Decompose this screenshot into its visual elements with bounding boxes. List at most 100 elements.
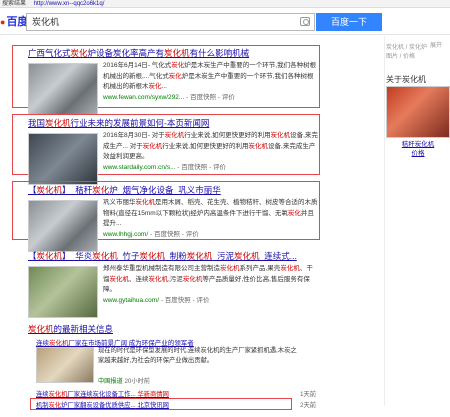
keyword-highlight: 炭化机 [139,251,166,261]
text-segment: 行业未来的发展前景如何-本页新闻网 [70,118,210,128]
keyword-highlight: 炭化机 [148,275,169,283]
news-thumbnail[interactable] [36,347,94,383]
text-segment: ... [161,83,167,90]
keyword-highlight: 炭化机 [135,199,156,206]
keyword-highlight: 炭化 [171,62,185,69]
text-segment: 炉厂家翻炭设备优质供应 [61,402,131,409]
result-title-link[interactable]: 【炭化机】_秸秆炭化炉_烟气净化设备_巩义市丽华 [28,184,221,196]
text-segment: 、连续 [129,275,149,283]
result-url[interactable]: www.fewan.com/syxw/292... [103,94,184,101]
text-segment: ,污泥 [168,275,183,283]
result-title-link[interactable]: 广西气化式炭化炉设备炭化率高产有炭化机有什么影响机械 [28,47,249,59]
browser-url: http://www.xn--qqc2o6k1q/ [33,1,105,7]
result-cache-link[interactable]: - 百度快照 - 评价 [186,94,235,101]
result-snippet: 2016年8月30日- 对于炭化机行业来说,如何更快更好的利用炭化机设备,来完成… [103,132,318,171]
result-thumbnail[interactable] [28,63,98,115]
keyword-highlight: 炭化机 [248,142,269,150]
result-thumbnail[interactable] [28,133,98,185]
text-segment: 巩义市丽华 [103,199,136,206]
text-segment: 广西气化式 [28,48,71,58]
sidebar-image[interactable] [386,86,450,138]
result-cache-link[interactable]: - 百度快照 - 评价 [161,297,210,304]
sidebar-tags: 炭化机 / 炭化炉 图片 / 价格 [386,45,428,60]
news-item-link[interactable]: 连续炭化机厂家连续炭化设备工作... 华新商情网 [36,389,169,398]
text-segment: 行业来说,如何更快更好的利用 [162,142,249,150]
keyword-highlight: 炭化 [48,402,62,409]
result-thumbnail[interactable] [28,200,98,252]
text-segment: 【 [28,185,37,195]
search-header: ●百度 炭化机 百度一下 [0,9,450,35]
keyword-highlight: 炭化机 [109,275,130,283]
result-cache-link[interactable]: - 百度快照 - 评价 [177,164,226,171]
result-snippet: 2016年6月14日- 气化式炭化炉是木炭生产中重要的一个环节,我们各种树根机械… [103,62,317,101]
result-snippet: 郑州泰华重型机械制造有限公司主营制造炭化机系列产品,果壳炭化机、干馏炭化机、连续… [103,264,318,306]
text-segment: 我国 [28,118,46,128]
sidebar-divider [384,36,385,406]
sidebar-heading: 关于炭化机 [386,75,426,84]
text-segment: _制粉 [165,251,187,261]
keyword-highlight: 炭化 [92,185,110,195]
news-item-time: 1天前 [300,391,317,398]
text-segment: - 气化式 [147,62,172,69]
text-segment: 厂家连续炭化设备工作... [67,391,136,398]
text-segment: 机制 [36,402,49,409]
text-segment: 连续 [36,340,49,347]
sidebar-image-caption[interactable]: 秸秆炭化机 价格 [386,140,450,158]
keyword-highlight: 炭化机 [280,265,300,272]
result-url[interactable]: www.gytaihua.com/ [103,297,159,304]
text-segment: _连续式... [259,251,297,261]
result-url[interactable]: www.stardaily.com.cn/s... [103,164,175,171]
keyword-highlight: 炭化机 [49,340,69,347]
keyword-highlight: 炭化机 [186,251,213,261]
text-segment: 系列产品,果壳 [239,265,281,272]
keyword-highlight: 炭化机 [220,265,240,272]
paw-icon: ● [0,17,6,27]
search-input-value: 炭化机 [32,17,60,27]
keyword-highlight: 炭化机 [142,142,163,150]
news-item-link[interactable]: 机制炭化炉厂家翻炭设备优质供应... 北京快讯网 [36,400,169,409]
keyword-highlight: 炭化机 [182,275,203,283]
result-snippet: 巩义市丽华炭化机是用木屑、稻壳、花生壳、植物秸秆、树皮等合适的木质物料(直径在1… [103,198,318,240]
text-segment: 连续 [36,391,49,398]
text-segment: 炉_烟气净化设备_巩义市丽华 [109,185,221,195]
search-button[interactable]: 百度一下 [316,13,382,31]
text-segment: 】_秸秆 [62,185,93,195]
result-title-link[interactable]: 我国炭化机行业未来的发展前景如何-本页新闻网 [28,117,209,129]
result-url[interactable]: www.lhhgj.com/ [103,231,148,238]
keyword-highlight: 炭化机 [92,251,118,261]
text-segment: 【 [28,251,37,261]
result-thumbnail[interactable] [28,266,98,318]
keyword-highlight: 炭化 [287,209,301,217]
news-snippet: 现在的时代是环保型发展的时代,连续炭化机的生产厂家紧抓机遇,木炭之家越来越好,为… [98,347,297,364]
keyword-highlight: 炭化机 [45,118,71,128]
text-segment: 炉设备炭化率高产有 [87,48,165,58]
keyword-highlight: 炭化 [168,72,182,80]
result-cache-link[interactable]: - 百度快照 - 评价 [150,231,199,238]
news-heading-link[interactable]: 炭化机的最新相关信息 [28,323,113,335]
camera-icon[interactable] [300,17,310,26]
keyword-highlight: 炭化机 [164,48,190,58]
baidu-logo[interactable]: ●百度 [0,13,28,29]
browser-address-bar[interactable]: 搜索结果 http://www.xn--qqc2o6k1q/ [0,0,450,8]
keyword-highlight: 炭化机 [48,391,68,398]
text-segment: 】_华炎 [62,251,93,261]
keyword-highlight: 炭化 [70,48,88,58]
news-item-time: 2天前 [300,402,317,409]
text-segment: 郑州泰华重型机械制造有限公司主营制造 [103,265,220,272]
text-segment: _污泥 [212,251,235,261]
keyword-highlight: 炭化机 [36,185,63,195]
text-segment: _竹子 [117,251,140,261]
text-segment: - 对于 [147,132,165,139]
text-segment: 行业来说,如何更快更好的利用 [184,132,271,139]
keyword-highlight: 炭化机 [36,251,63,261]
keyword-highlight: 炭化机 [234,251,260,261]
result-title-link[interactable]: 【炭化机】_华炎炭化机_竹子炭化机_制粉炭化机_污泥炭化机_连续式... [28,250,297,262]
search-input[interactable]: 炭化机 [26,13,315,31]
keyword-highlight: 炭化 [148,83,162,90]
text-segment: 有什么影响机械 [189,48,250,58]
text-segment: 北京快讯网 [135,402,169,409]
keyword-highlight: 炭化机 [164,132,185,139]
keyword-highlight: 华新商情网 [135,391,169,398]
keyword-highlight: 炭化机 [270,132,291,139]
news-source: 中国报道 20小时前 [98,378,150,385]
